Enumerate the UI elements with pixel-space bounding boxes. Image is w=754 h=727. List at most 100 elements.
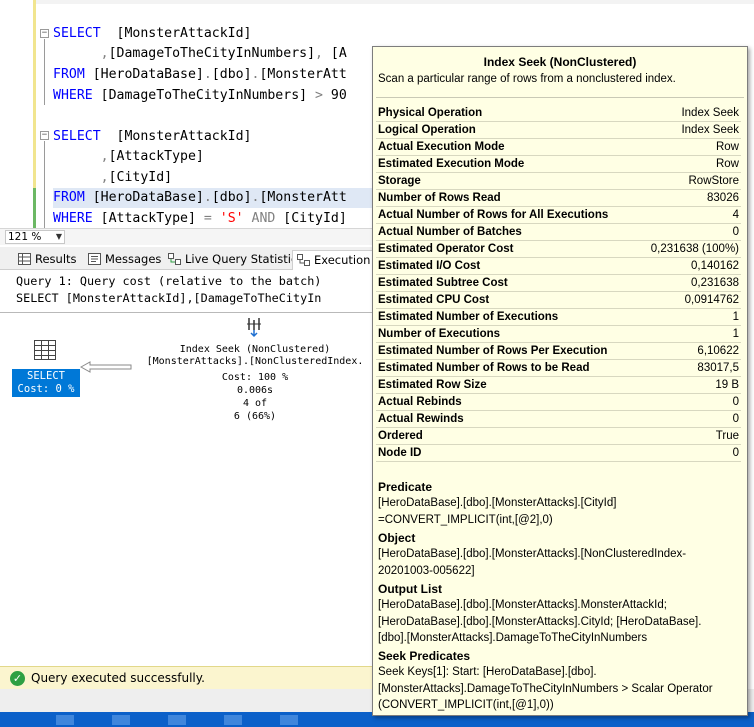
property-row: Actual Number of Rows for All Executions… <box>376 207 741 224</box>
code-line[interactable]: ,[AttackType] <box>53 147 204 167</box>
property-name: Estimated Operator Cost <box>378 243 514 255</box>
status-message: Query executed successfully. <box>31 671 205 685</box>
zoom-dropdown[interactable]: 121 % ▼ <box>5 230 65 244</box>
property-value: True <box>715 430 739 442</box>
seek-node-time: 0.006s <box>236 385 274 396</box>
property-row: Estimated Number of Rows Per Execution 6,… <box>376 343 741 360</box>
collapse-icon[interactable]: − <box>40 29 49 38</box>
property-row: Logical Operation Index Seek <box>376 122 741 139</box>
code-token: 90 <box>330 88 347 103</box>
property-row: Estimated Execution Mode Row <box>376 156 741 173</box>
code-line[interactable]: SELECT [MonsterAttackId] <box>53 127 252 147</box>
chevron-down-icon[interactable]: ▼ <box>56 231 62 243</box>
code-token: [MonsterAtt <box>259 67 347 82</box>
query-cost-header: Query 1: Query cost (relative to the bat… <box>16 274 322 288</box>
property-value: Row <box>715 158 739 170</box>
property-name: Estimated Number of Executions <box>378 311 559 323</box>
query-text: SELECT [MonsterAttackId],[DamageToTheCit… <box>16 291 322 305</box>
code-token: . <box>203 67 212 82</box>
property-row: Actual Execution Mode Row <box>376 139 741 156</box>
tab-results[interactable]: Results <box>14 250 77 270</box>
tab-label: Live Query Statistics <box>185 252 304 266</box>
code-token: , <box>53 149 109 164</box>
code-line[interactable]: WHERE [DamageToTheCityInNumbers] > 90 <box>53 86 347 106</box>
select-node-cost: Cost: 0 % <box>17 383 75 395</box>
code-token: SELECT <box>53 26 101 41</box>
seek-node-object: [MonsterAttacks].[NonClusteredIndex. <box>146 356 364 367</box>
code-token: [AttackType] <box>100 211 204 226</box>
code-token: FROM <box>53 67 93 82</box>
section-heading: Object <box>378 531 416 545</box>
tab-live-query-statistics[interactable]: Live Query Statistics <box>164 250 303 270</box>
tooltip-divider <box>376 97 744 98</box>
code-token: [HeroDataBase] <box>92 67 204 82</box>
index-seek-icon <box>247 318 261 338</box>
seek-node-title: Index Seek (NonClustered) <box>179 344 331 355</box>
property-row: Actual Rebinds 0 <box>376 394 741 411</box>
property-name: Actual Rebinds <box>378 396 462 408</box>
property-name: Storage <box>378 175 421 187</box>
code-line[interactable]: FROM [HeroDataBase].[dbo].[MonsterAtt <box>53 65 347 85</box>
tooltip-title: Index Seek (NonClustered) <box>483 55 637 69</box>
code-token: , <box>315 46 331 61</box>
section-heading: Output List <box>378 582 442 596</box>
code-token: [DamageToTheCityInNumbers] <box>100 88 316 103</box>
property-value: 0,231638 (100%) <box>650 243 739 255</box>
property-value: 1 <box>732 328 739 340</box>
property-value: 0,0914762 <box>684 294 739 306</box>
code-token: [CityId] <box>108 170 173 185</box>
property-name: Estimated Number of Rows Per Execution <box>378 345 608 357</box>
code-token: FROM <box>53 190 93 205</box>
editor-gutter <box>0 0 36 228</box>
select-node-label[interactable]: SELECT Cost: 0 % <box>12 369 80 397</box>
code-token: AND <box>251 211 284 226</box>
execution-plan-pane[interactable]: Query 1: Query cost (relative to the bat… <box>0 270 372 666</box>
code-token: [MonsterAttackId] <box>100 129 252 144</box>
section-body: [HeroDataBase].[dbo].[MonsterAttacks].[N… <box>378 548 687 577</box>
property-name: Logical Operation <box>378 124 476 136</box>
index-seek-node[interactable]: Index Seek (NonClustered) [MonsterAttack… <box>130 310 372 430</box>
property-value: RowStore <box>688 175 740 187</box>
code-token: , <box>53 170 109 185</box>
code-line[interactable]: ,[CityId] <box>53 168 172 188</box>
predicate-section: Predicate [HeroDataBase].[dbo].[MonsterA… <box>378 480 738 528</box>
property-name: Physical Operation <box>378 107 483 119</box>
code-token: [AttackType] <box>108 149 204 164</box>
seek-predicates-section: Seek Predicates Seek Keys[1]: Start: [He… <box>378 649 738 714</box>
code-token: > <box>315 88 331 103</box>
editor-zoom-bar: 121 % ▼ <box>0 228 372 245</box>
seek-node-cost: Cost: 100 % <box>221 372 289 383</box>
tab-execution-plan[interactable]: Execution p <box>292 250 381 270</box>
collapse-icon[interactable]: − <box>40 131 49 140</box>
property-row: Number of Executions 1 <box>376 326 741 343</box>
property-name: Estimated Row Size <box>378 379 487 391</box>
section-body: Seek Keys[1]: Start: [HeroDataBase].[dbo… <box>378 666 713 711</box>
property-name: Actual Execution Mode <box>378 141 505 153</box>
property-name: Ordered <box>378 430 423 442</box>
code-token: [dbo] <box>211 190 252 205</box>
code-line[interactable]: SELECT [MonsterAttackId] <box>53 24 252 44</box>
code-token: WHERE <box>53 88 101 103</box>
property-value: 0 <box>732 396 739 408</box>
code-token: [MonsterAtt <box>259 190 347 205</box>
arrow-left-icon <box>80 361 132 373</box>
tab-messages[interactable]: Messages <box>84 250 161 270</box>
property-row: Estimated I/O Cost 0,140162 <box>376 258 741 275</box>
code-line[interactable]: FROM [HeroDataBase].[dbo].[MonsterAtt <box>53 188 347 208</box>
code-token: [DamageToTheCityInNumbers] <box>108 46 316 61</box>
property-name: Actual Rewinds <box>378 413 464 425</box>
grid-icon <box>18 253 31 265</box>
section-body: [HeroDataBase].[dbo].[MonsterAttacks].[C… <box>378 497 617 526</box>
property-table: Physical Operation Index Seek Logical Oper… <box>376 105 741 462</box>
code-line[interactable]: WHERE [AttackType] = 'S' AND [CityId] <box>53 209 347 228</box>
property-name: Number of Rows Read <box>378 192 501 204</box>
property-row: Actual Number of Batches 0 <box>376 224 741 241</box>
code-line[interactable]: ,[DamageToTheCityInNumbers], [A <box>53 44 347 64</box>
seek-node-rows: 4 of <box>242 398 268 409</box>
execution-plan-icon <box>297 254 310 266</box>
property-value: 0 <box>732 447 739 459</box>
property-value: Index Seek <box>681 124 739 136</box>
code-token: WHERE <box>53 211 101 226</box>
select-node-title: SELECT <box>27 370 65 382</box>
section-heading: Predicate <box>378 480 433 494</box>
